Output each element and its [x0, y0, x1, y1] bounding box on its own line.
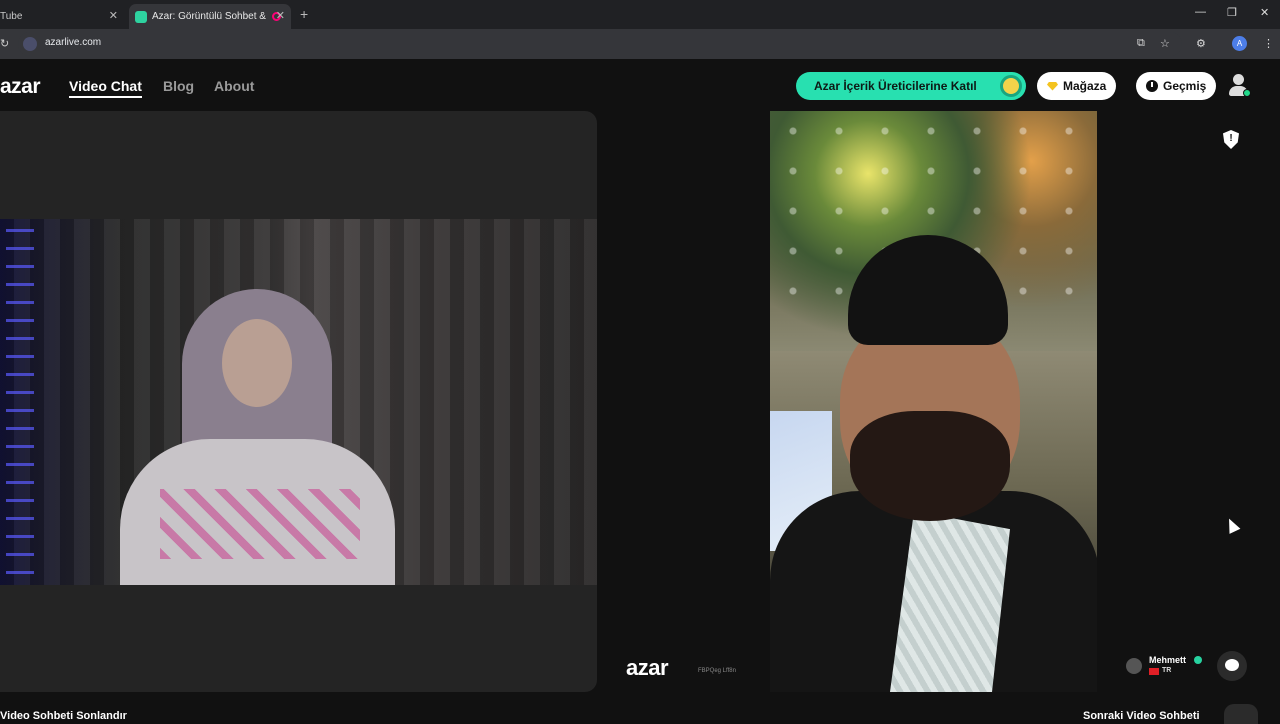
online-status-icon: [1243, 89, 1251, 97]
close-icon[interactable]: ✕: [109, 9, 118, 22]
partner-video-feed: [770, 111, 1097, 692]
azar-favicon-icon: [135, 10, 147, 23]
azar-page: azar Video Chat Blog About Azar İçerik Ü…: [0, 59, 1280, 724]
nav-blog[interactable]: Blog: [163, 78, 194, 94]
gem-icon: [1047, 81, 1058, 91]
tab-title: Azar: Görüntülü Sohbet &: [152, 11, 266, 22]
tab-title: Tube: [0, 11, 23, 22]
browser-profile-icon[interactable]: A: [1232, 36, 1247, 51]
join-creators-label: Azar İçerik Üreticilerine Katıl: [814, 79, 977, 93]
partner-country: TR: [1162, 667, 1172, 674]
verified-icon: [1194, 656, 1202, 664]
browser-tabbar: Tube ✕ Azar: Görüntülü Sohbet & ✕ + — ❐ …: [0, 0, 1280, 29]
browser-toolbar: ↻ azarlive.com ⧉ ☆ ⚙ A ⋮: [0, 29, 1280, 59]
video-watermark: azar: [626, 655, 669, 680]
browser-tab[interactable]: Tube ✕: [0, 4, 124, 29]
extensions-icon[interactable]: ⚙: [1196, 37, 1206, 50]
partner-name: Mehmett: [1149, 655, 1187, 665]
my-video-panel: [0, 111, 597, 692]
history-button[interactable]: Geçmiş: [1136, 72, 1217, 100]
new-tab-icon[interactable]: +: [300, 6, 308, 22]
nav-video-chat[interactable]: Video Chat: [69, 78, 142, 98]
minimize-icon[interactable]: —: [1195, 6, 1206, 18]
watermark-id: FBPQeg Lff8n: [698, 668, 736, 674]
next-chat-label[interactable]: Sonraki Video Sohbeti: [1083, 710, 1200, 722]
history-label: Geçmiş: [1163, 79, 1207, 93]
nav-about[interactable]: About: [214, 78, 254, 94]
partner-person: [770, 231, 1097, 692]
browser-tab-active[interactable]: Azar: Görüntülü Sohbet & ✕: [129, 4, 291, 29]
turkey-flag-icon: [1149, 668, 1159, 675]
my-camera-person: [120, 289, 395, 585]
join-creators-button[interactable]: Azar İçerik Üreticilerine Katıl: [796, 72, 1026, 100]
chat-icon[interactable]: [1217, 651, 1247, 681]
led-lights: [6, 229, 34, 579]
partner-avatar: [1126, 658, 1142, 674]
creator-badge-icon: [1000, 75, 1022, 97]
close-icon[interactable]: ✕: [276, 9, 285, 22]
menu-icon[interactable]: ⋮: [1263, 37, 1274, 50]
azar-logo[interactable]: azar: [0, 75, 41, 99]
install-icon[interactable]: ⧉: [1137, 37, 1145, 50]
my-camera-feed: [0, 219, 597, 585]
clock-icon: [1146, 80, 1158, 92]
url-text: azarlive.com: [45, 37, 102, 48]
shield-icon[interactable]: !: [1223, 130, 1239, 149]
window-close-icon[interactable]: ✕: [1260, 6, 1269, 19]
next-chat-button[interactable]: [1224, 704, 1258, 724]
reload-icon[interactable]: ↻: [0, 37, 9, 50]
shop-button[interactable]: Mağaza: [1037, 72, 1117, 100]
profile-icon[interactable]: [1228, 74, 1251, 98]
end-chat-button[interactable]: Video Sohbeti Sonlandır: [0, 710, 127, 722]
address-bar[interactable]: azarlive.com: [18, 32, 1182, 56]
restore-icon[interactable]: ❐: [1227, 6, 1237, 19]
site-icon[interactable]: [23, 37, 37, 51]
star-icon[interactable]: ☆: [1160, 37, 1170, 50]
shop-label: Mağaza: [1063, 79, 1107, 93]
